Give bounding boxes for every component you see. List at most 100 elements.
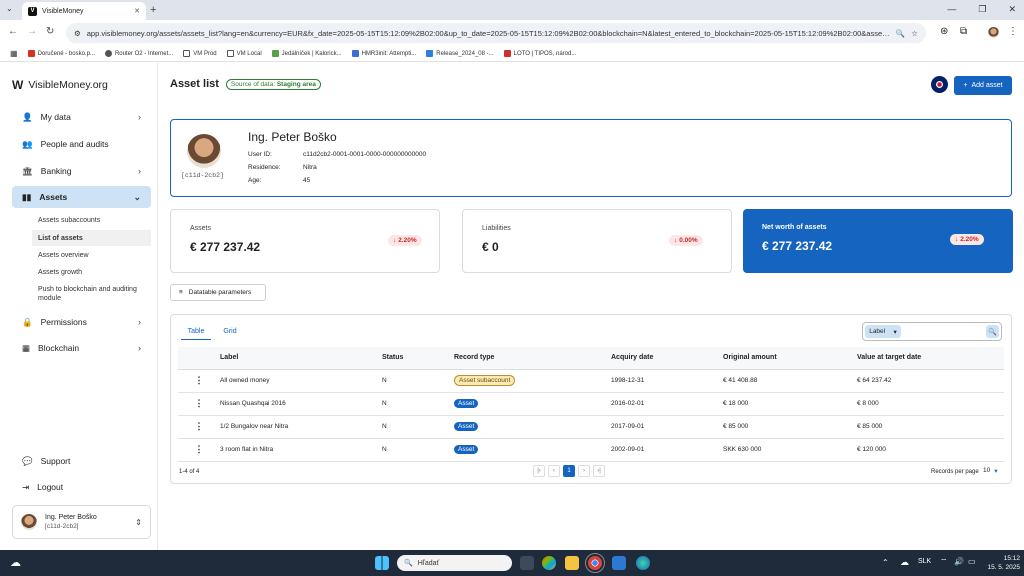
browser-menu-icon[interactable]: ⋮: [1008, 26, 1018, 37]
nav-my-data[interactable]: 👤 My data ›: [12, 106, 151, 128]
table-row[interactable]: ⋮ Nissan Quashqai 2016 N Asset 2016-02-0…: [178, 392, 1004, 416]
cell-value: € 64 237.42: [851, 369, 1004, 393]
bookmark-star-icon[interactable]: ☆: [911, 29, 918, 38]
search-input[interactable]: [903, 325, 983, 338]
records-per-page-select[interactable]: 10 ▾: [983, 467, 998, 475]
bookmark-item[interactable]: Doručené - bosko.p...: [27, 50, 95, 57]
cloud-sync-icon[interactable]: ☁: [900, 557, 909, 568]
bookmark-item[interactable]: Router O2 - Internet...: [104, 50, 173, 57]
battery-icon[interactable]: ▭: [968, 557, 976, 566]
close-window-icon[interactable]: ✕: [1008, 4, 1016, 15]
cell-status: N: [376, 369, 448, 393]
bookmark-item[interactable]: HMR3init: Attempti...: [351, 50, 416, 57]
tab-table[interactable]: Table: [181, 323, 211, 340]
datatable-parameters-button[interactable]: ≡ Datatable parameters: [170, 284, 266, 301]
tray-overflow-icon[interactable]: ⌃: [882, 558, 889, 567]
file-explorer-icon[interactable]: [565, 556, 579, 570]
cell-record-type: Asset: [448, 438, 605, 462]
row-menu-icon[interactable]: ⋮: [178, 392, 214, 416]
table-row[interactable]: ⋮ 3 room flat in Nitra N Asset 2002-09-0…: [178, 438, 1004, 462]
tab-search-icon[interactable]: ⌄: [6, 4, 13, 13]
cell-original-amount: € 18 000: [717, 392, 851, 416]
nav-assets[interactable]: ▮▮ Assets ⌄: [12, 186, 151, 208]
site-info-icon[interactable]: ⚙: [74, 29, 81, 38]
nav-banking[interactable]: 🏛 Banking ›: [12, 160, 151, 182]
last-page-icon[interactable]: ›|: [593, 465, 605, 477]
reload-icon[interactable]: ↻: [46, 26, 54, 37]
edge-icon[interactable]: [636, 556, 650, 570]
wifi-icon[interactable]: ⌔: [940, 557, 948, 567]
nav-blockchain[interactable]: ▦ Blockchain ›: [12, 337, 151, 359]
header-record-type[interactable]: Record type: [448, 347, 605, 370]
subnav-list-of-assets[interactable]: List of assets: [32, 230, 151, 246]
tab-grid[interactable]: Grid: [215, 323, 245, 340]
profile-avatar-icon[interactable]: [988, 27, 999, 38]
bookmark-item[interactable]: LOTO | TIPOS, národ...: [503, 50, 576, 57]
bookmark-item[interactable]: VM Local: [226, 50, 262, 57]
networth-summary-card: Net worth of assets € 277 237.42 ↓ 2.20%: [743, 209, 1013, 273]
browser-tab[interactable]: V VisibleMoney ✕: [22, 2, 146, 20]
chevron-right-icon: ›: [138, 166, 141, 176]
row-menu-icon[interactable]: ⋮: [178, 369, 214, 393]
clock[interactable]: 15:12 15. 5. 2025: [980, 554, 1020, 572]
extensions-puzzle-icon[interactable]: ⧉: [960, 26, 967, 37]
cell-label: Nissan Quashqai 2016: [214, 392, 376, 416]
next-page-icon[interactable]: ›: [578, 465, 590, 477]
user-switcher[interactable]: Ing. Peter Boško [c11d-2cb2] ⇕: [12, 505, 151, 539]
close-tab-icon[interactable]: ✕: [134, 7, 140, 15]
page-button[interactable]: 1: [563, 465, 575, 477]
nav-people-audits[interactable]: 👥 People and audits: [12, 133, 151, 155]
table-row[interactable]: ⋮ All owned money N Asset subaccount 199…: [178, 369, 1004, 393]
taskbar-search[interactable]: 🔍 Hľadať: [397, 555, 512, 571]
avatar: [21, 514, 37, 530]
nav-permissions[interactable]: 🔒 Permissions ›: [12, 311, 151, 333]
new-tab-icon[interactable]: +: [150, 4, 156, 16]
table-row[interactable]: ⋮ 1/2 Bungalov near Nitra N Asset 2017-0…: [178, 415, 1004, 439]
bookmark-item[interactable]: Release_2024_08 -...: [426, 50, 494, 57]
chrome-icon[interactable]: [585, 553, 605, 573]
copilot-icon[interactable]: [542, 556, 556, 570]
age-value: 45: [303, 177, 311, 184]
uk-flag-language-icon[interactable]: [931, 76, 948, 93]
brand-logo[interactable]: W VisibleMoney.org: [12, 78, 108, 92]
nav-logout[interactable]: ⇥ Logout: [12, 476, 151, 498]
user-info: Ing. Peter Boško [c11d-2cb2]: [45, 514, 97, 530]
task-view-icon[interactable]: [520, 556, 534, 570]
first-page-icon[interactable]: |‹: [533, 465, 545, 477]
zoom-icon[interactable]: 🔍: [896, 29, 905, 38]
nav-support[interactable]: 💬 Support: [12, 450, 151, 472]
language-indicator[interactable]: SLK: [918, 558, 931, 565]
volume-icon[interactable]: 🔊: [954, 557, 964, 566]
address-bar[interactable]: ⚙ app.visiblemoney.org/assets/assets_lis…: [66, 23, 926, 43]
profile-card: [c11d-2cb2] Ing. Peter Boško User ID: c1…: [170, 119, 1012, 197]
prev-page-icon[interactable]: ‹: [548, 465, 560, 477]
search-icon[interactable]: 🔍: [986, 325, 999, 338]
apps-grid-icon[interactable]: ▦: [10, 49, 18, 58]
bookmark-item[interactable]: VM Prod: [183, 50, 217, 57]
bookmark-item[interactable]: Jedálníček | Kalorick...: [271, 50, 342, 57]
clock-date: 15. 5. 2025: [987, 564, 1020, 571]
subnav-push-blockchain[interactable]: Push to blockchain and auditing module: [32, 283, 151, 305]
forward-icon[interactable]: →: [27, 26, 37, 37]
back-icon[interactable]: ←: [8, 26, 18, 37]
header-original-amount[interactable]: Original amount: [717, 347, 851, 370]
minimize-icon[interactable]: —: [947, 4, 956, 15]
restore-icon[interactable]: ❐: [978, 4, 986, 15]
extension-icon[interactable]: ⊛: [940, 26, 948, 37]
residence-value: Nitra: [303, 164, 317, 171]
subnav-assets-growth[interactable]: Assets growth: [32, 264, 151, 280]
row-menu-icon[interactable]: ⋮: [178, 415, 214, 439]
nav-label: Logout: [37, 482, 64, 492]
windows-start-icon[interactable]: [375, 556, 389, 570]
subnav-assets-overview[interactable]: Assets overview: [32, 247, 151, 263]
header-label[interactable]: Label: [214, 347, 376, 370]
row-menu-icon[interactable]: ⋮: [178, 438, 214, 462]
subnav-assets-subaccounts[interactable]: Assets subaccounts: [32, 212, 151, 228]
header-acquiry-date[interactable]: Acquiry date: [605, 347, 717, 370]
add-asset-button[interactable]: + Add asset: [954, 76, 1012, 95]
header-value-target[interactable]: Value at target date: [851, 347, 1004, 370]
notepad-icon[interactable]: [612, 556, 626, 570]
search-field-select[interactable]: Label ▾: [865, 325, 901, 338]
header-status[interactable]: Status: [376, 347, 448, 370]
weather-icon[interactable]: ☁: [10, 556, 21, 569]
